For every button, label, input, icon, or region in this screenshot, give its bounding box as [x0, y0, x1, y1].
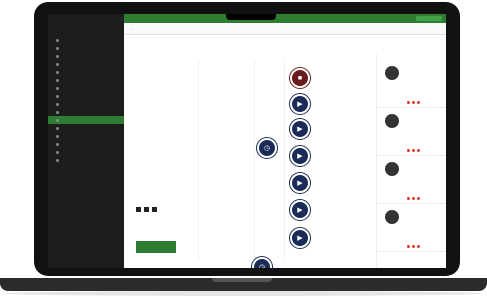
nav-dot-icon — [56, 158, 59, 162]
play-icon: ▶ — [297, 125, 303, 133]
card-list — [377, 60, 446, 252]
lane-divider — [198, 59, 199, 259]
sidebar-item[interactable] — [48, 52, 124, 60]
sidebar-item[interactable] — [48, 36, 124, 44]
sidebar-item[interactable] — [48, 148, 124, 156]
bottom-tools — [136, 204, 157, 212]
step-node[interactable]: ▶ — [290, 173, 310, 193]
nav-dot-icon — [56, 62, 59, 66]
sidebar-item[interactable] — [48, 140, 124, 148]
sidebar — [48, 14, 124, 268]
dot-icon — [412, 149, 415, 152]
lane-divider — [284, 59, 285, 259]
lane-divider — [254, 59, 255, 259]
nav-dot-icon — [56, 46, 59, 50]
sidebar-nav — [48, 36, 124, 164]
nav-dot-icon — [56, 86, 59, 90]
play-icon: ▶ — [297, 100, 303, 108]
nav-dot-icon — [56, 134, 59, 138]
play-icon: ▶ — [297, 179, 303, 187]
nav-dot-icon — [56, 118, 59, 122]
sidebar-item[interactable] — [48, 100, 124, 108]
step-node[interactable]: ▶ — [290, 119, 310, 139]
laptop-groove — [212, 278, 272, 282]
step-node[interactable]: ◷ — [252, 257, 272, 268]
toolbar: ← — [124, 23, 446, 35]
dot-icon — [417, 101, 420, 104]
assignee-card[interactable] — [377, 156, 446, 204]
app-screen: ← ■ ▶ ▶ ▶ ▶ ▶ ▶ ◷ ◷ — [48, 14, 446, 268]
legend-bar — [136, 241, 176, 253]
step-node[interactable]: ▶ — [290, 228, 310, 248]
dot-icon — [407, 245, 410, 248]
nav-dot-icon — [56, 150, 59, 154]
sidebar-item[interactable] — [48, 84, 124, 92]
stop-icon: ■ — [297, 74, 303, 82]
mini-icons — [407, 101, 420, 104]
dot-icon — [417, 245, 420, 248]
nav-dot-icon — [56, 142, 59, 146]
sidebar-item[interactable] — [48, 60, 124, 68]
play-icon: ▶ — [297, 152, 303, 160]
dot-icon — [412, 197, 415, 200]
sidebar-item[interactable] — [48, 76, 124, 84]
app-logo — [54, 20, 118, 32]
tool-square-icon[interactable] — [136, 207, 141, 212]
dot-icon — [417, 149, 420, 152]
clock-icon: ◷ — [258, 263, 266, 269]
avatar — [385, 66, 399, 80]
mini-icons — [407, 245, 420, 248]
nav-dot-icon — [56, 70, 59, 74]
step-node[interactable]: ▶ — [290, 146, 310, 166]
sidebar-item[interactable] — [48, 68, 124, 76]
nav-dot-icon — [56, 110, 59, 114]
play-icon: ▶ — [297, 234, 303, 242]
nav-dot-icon — [56, 102, 59, 106]
sidebar-item[interactable] — [48, 108, 124, 116]
sidebar-item[interactable] — [48, 116, 124, 124]
sidebar-item[interactable] — [48, 44, 124, 52]
avatar — [385, 210, 399, 224]
sidebar-item[interactable] — [48, 92, 124, 100]
top-bar — [124, 14, 446, 23]
dot-icon — [417, 197, 420, 200]
mini-icons — [407, 149, 420, 152]
nav-dot-icon — [56, 94, 59, 98]
dot-icon — [407, 149, 410, 152]
sidebar-item[interactable] — [48, 132, 124, 140]
mini-icons — [407, 197, 420, 200]
tool-square-icon[interactable] — [144, 207, 149, 212]
camera-notch — [226, 14, 276, 20]
nav-dot-icon — [56, 126, 59, 130]
right-panel — [376, 54, 446, 268]
assignee-card[interactable] — [377, 60, 446, 108]
tool-square-icon[interactable] — [152, 207, 157, 212]
dot-icon — [407, 197, 410, 200]
nav-dot-icon — [56, 78, 59, 82]
dot-icon — [407, 101, 410, 104]
back-arrow-icon[interactable]: ← — [130, 27, 133, 31]
assignee-card[interactable] — [377, 204, 446, 252]
nav-dot-icon — [56, 38, 59, 42]
step-node[interactable]: ▶ — [290, 200, 310, 220]
assignee-card[interactable] — [377, 108, 446, 156]
avatar — [385, 162, 399, 176]
clock-icon: ◷ — [263, 144, 271, 152]
dot-icon — [412, 245, 415, 248]
top-action-button[interactable] — [416, 16, 442, 21]
avatar — [385, 114, 399, 128]
step-node[interactable]: ▶ — [290, 94, 310, 114]
start-node[interactable]: ■ — [290, 68, 310, 88]
sidebar-item[interactable] — [48, 124, 124, 132]
dot-icon — [412, 101, 415, 104]
play-icon: ▶ — [297, 206, 303, 214]
workflow-canvas[interactable]: ■ ▶ ▶ ▶ ▶ ▶ ▶ ◷ ◷ — [124, 35, 314, 268]
floor-shadow — [6, 291, 481, 296]
step-node[interactable]: ◷ — [257, 138, 277, 158]
nav-dot-icon — [56, 54, 59, 58]
sidebar-item[interactable] — [48, 156, 124, 164]
